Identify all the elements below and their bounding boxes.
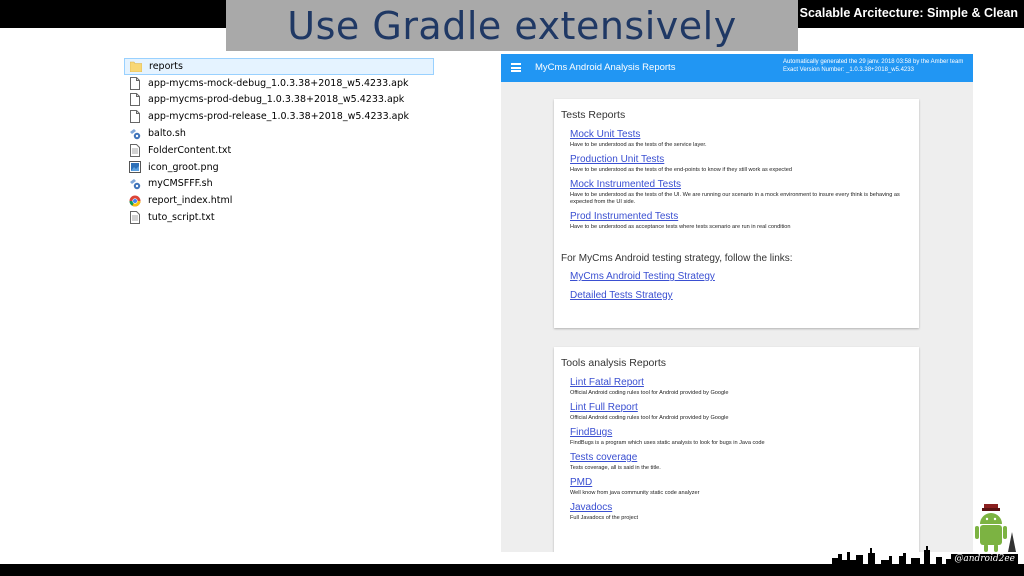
mock-instrumented-tests-link[interactable]: Mock Instrumented Tests <box>570 179 919 191</box>
file-row-script[interactable]: myCMSFFF.sh <box>124 176 434 193</box>
file-name: app-mycms-prod-release_1.0.3.38+2018_w5.… <box>148 111 409 123</box>
file-explorer: reports app-mycms-mock-debug_1.0.3.38+20… <box>124 58 434 226</box>
file-row-text[interactable]: tuto_script.txt <box>124 209 434 226</box>
file-name: report_index.html <box>148 195 233 207</box>
report-item: Tests coverage Tests coverage, all is sa… <box>570 452 919 472</box>
bottom-banner <box>0 564 1024 576</box>
file-name: balto.sh <box>148 128 186 140</box>
lint-fatal-report-link[interactable]: Lint Fatal Report <box>570 377 919 389</box>
script-icon <box>129 127 141 140</box>
tests-reports-heading: Tests Reports <box>561 109 626 121</box>
file-row-script[interactable]: balto.sh <box>124 125 434 142</box>
lint-full-report-link[interactable]: Lint Full Report <box>570 402 919 414</box>
author-handle: @android2ee <box>951 554 1018 564</box>
file-row-html[interactable]: report_index.html <box>124 192 434 209</box>
report-item: Lint Fatal Report Official Android codin… <box>570 377 919 397</box>
report-description: Full Javadocs of the project <box>570 515 639 521</box>
tests-coverage-link[interactable]: Tests coverage <box>570 452 919 464</box>
report-meta: Automatically generated the 29 janv. 201… <box>783 58 963 74</box>
tools-reports-heading: Tools analysis Reports <box>561 357 667 369</box>
brand-text: Scalable Arcitecture: Simple & Clean <box>799 6 1018 20</box>
version-info: Exact Version Number: _1.0.3.38+2018_w5.… <box>783 67 914 73</box>
production-unit-tests-link[interactable]: Production Unit Tests <box>570 154 919 166</box>
chrome-icon <box>129 194 141 207</box>
tests-reports-card: Tests Reports Mock Unit Tests Have to be… <box>554 99 919 328</box>
file-row-apk[interactable]: app-mycms-prod-release_1.0.3.38+2018_w5.… <box>124 108 434 125</box>
file-name: tuto_script.txt <box>148 212 215 224</box>
file-row-text[interactable]: FolderContent.txt <box>124 142 434 159</box>
report-description: Have to be understood as the tests of th… <box>570 192 900 205</box>
file-name: myCMSFFF.sh <box>148 178 213 190</box>
file-name: icon_groot.png <box>148 161 219 173</box>
detailed-tests-strategy-link[interactable]: Detailed Tests Strategy <box>570 290 919 301</box>
file-name: FolderContent.txt <box>148 144 232 156</box>
image-file-icon <box>129 161 141 174</box>
pmd-link[interactable]: PMD <box>570 477 919 489</box>
report-page: MyCms Android Analysis Reports Automatic… <box>501 54 973 552</box>
report-item: Production Unit Tests Have to be underst… <box>570 154 919 174</box>
tools-reports-card: Tools analysis Reports Lint Fatal Report… <box>554 347 919 552</box>
report-description: FindBugs is a program which uses static … <box>570 440 765 446</box>
file-name: app-mycms-prod-debug_1.0.3.38+2018_w5.42… <box>148 94 405 106</box>
file-row-apk[interactable]: app-mycms-mock-debug_1.0.3.38+2018_w5.42… <box>124 75 434 92</box>
file-row-reports[interactable]: reports <box>124 58 434 75</box>
report-description: Official Android coding rules tool for A… <box>570 415 729 421</box>
text-file-icon <box>129 143 141 157</box>
file-icon <box>129 76 141 90</box>
report-header: MyCms Android Analysis Reports Automatic… <box>501 54 973 82</box>
file-name: app-mycms-mock-debug_1.0.3.38+2018_w5.42… <box>148 77 409 89</box>
file-name: reports <box>149 60 183 72</box>
text-file-icon <box>129 211 141 225</box>
report-item: PMD Well know from java community static… <box>570 477 919 497</box>
findbugs-link[interactable]: FindBugs <box>570 427 919 439</box>
report-item: FindBugs FindBugs is a program which use… <box>570 427 919 447</box>
slide-title: Use Gradle extensively <box>287 4 737 48</box>
javadocs-link[interactable]: Javadocs <box>570 502 919 514</box>
menu-icon[interactable] <box>511 63 521 72</box>
file-row-apk[interactable]: app-mycms-prod-debug_1.0.3.38+2018_w5.42… <box>124 92 434 109</box>
report-description: Tests coverage, all is said in the title… <box>570 465 661 471</box>
folder-icon <box>130 60 142 73</box>
file-row-image[interactable]: icon_groot.png <box>124 159 434 176</box>
mock-unit-tests-link[interactable]: Mock Unit Tests <box>570 129 919 141</box>
testing-strategy-link[interactable]: MyCms Android Testing Strategy <box>570 271 919 282</box>
report-description: Have to be understood as the tests of th… <box>570 142 707 148</box>
script-icon <box>129 177 141 190</box>
strategy-heading: For MyCms Android testing strategy, foll… <box>561 253 793 264</box>
slide-title-box: Use Gradle extensively <box>226 0 798 51</box>
report-item: Mock Instrumented Tests Have to be under… <box>570 179 919 206</box>
report-description: Have to be understood as the tests of th… <box>570 167 793 173</box>
generated-info: Automatically generated the 29 janv. 201… <box>783 59 964 65</box>
report-description: Well know from java community static cod… <box>570 490 700 496</box>
report-item: Javadocs Full Javadocs of the project <box>570 502 919 522</box>
report-description: Have to be understood as acceptance test… <box>570 224 791 230</box>
report-item: Mock Unit Tests Have to be understood as… <box>570 129 919 149</box>
report-item: Lint Full Report Official Android coding… <box>570 402 919 422</box>
file-icon <box>129 93 141 107</box>
report-description: Official Android coding rules tool for A… <box>570 390 729 396</box>
prod-instrumented-tests-link[interactable]: Prod Instrumented Tests <box>570 211 919 223</box>
file-icon <box>129 110 141 124</box>
report-item: Prod Instrumented Tests Have to be under… <box>570 211 919 231</box>
report-title: MyCms Android Analysis Reports <box>535 62 676 73</box>
